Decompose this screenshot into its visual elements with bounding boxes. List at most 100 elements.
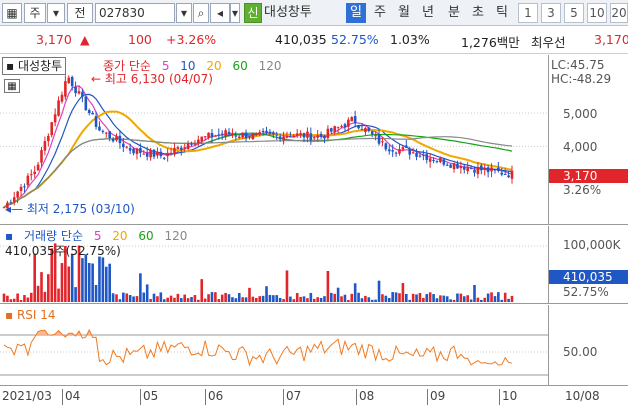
volume-bar [278, 297, 282, 302]
candle-body [108, 131, 111, 139]
candle-body [190, 143, 193, 145]
tab-year[interactable]: 년 [418, 3, 438, 23]
volume-bar [231, 297, 234, 302]
volume-bar [268, 294, 272, 302]
candle-body [309, 133, 313, 141]
volume-panel[interactable]: ▪ 거래량 단순 5 20 60 120 410,035주(52.75%) [0, 226, 548, 304]
volume-bar [248, 287, 251, 302]
rsi-panel[interactable]: ▪ RSI 14 [0, 305, 548, 385]
code-input[interactable]: 027830 [95, 3, 175, 23]
candle-body [19, 186, 23, 191]
candle-body [357, 125, 360, 129]
volume-bar [258, 296, 262, 302]
candle-body [94, 116, 98, 127]
volume-bar [507, 298, 510, 302]
candle-body [224, 130, 227, 137]
volume-bar [275, 295, 279, 302]
volume-bar [497, 292, 500, 302]
volume-bar [183, 294, 186, 302]
candle-body [302, 132, 306, 138]
tab-week[interactable]: 주 [370, 3, 390, 23]
candle-body [367, 127, 371, 132]
volume-bar [422, 297, 425, 302]
interval-5[interactable]: 5 [564, 3, 584, 23]
grid-icon[interactable]: ▦ [2, 3, 22, 23]
volume-bar [190, 297, 193, 302]
rsi-chart[interactable] [0, 305, 548, 385]
candle-body [197, 139, 200, 144]
candle-body [415, 152, 418, 157]
price-panel[interactable]: ▪ 대성창투 종가 단순 5 10 20 60 120 ▦ ← 최고 6,130… [0, 55, 548, 225]
candle-body [60, 94, 64, 102]
tab-day[interactable]: 일 [346, 3, 366, 23]
volume-bar [483, 297, 487, 302]
candle-body [132, 148, 135, 154]
candle-body [456, 163, 459, 169]
quote-bar: 3,170 ▲ 100 +3.26% 410,035 52.75% 1.03% … [0, 26, 628, 54]
volume-bar [244, 297, 248, 302]
speaker-icon[interactable]: ◂ [210, 3, 230, 23]
candle-body [244, 132, 248, 139]
x-label-05: 05 [140, 389, 158, 405]
candle-body [350, 117, 354, 122]
candle-body [323, 135, 326, 139]
interval-3[interactable]: 3 [541, 3, 561, 23]
volume-bar [350, 293, 354, 302]
search-icon[interactable]: ⌕ [193, 3, 209, 23]
candle-body [40, 150, 43, 163]
code-dropdown-icon[interactable]: ▾ [176, 3, 192, 23]
volume-bar [16, 293, 19, 302]
volume-bar [132, 296, 135, 302]
volume-bar [353, 283, 357, 302]
price-chart[interactable] [0, 55, 548, 225]
volume-bar [476, 297, 480, 302]
square-icon: ▪ [5, 229, 14, 243]
candle-body [237, 136, 241, 138]
legend-ma120: 120 [258, 59, 282, 73]
interval-1[interactable]: 1 [518, 3, 538, 23]
x-label-10: 10 [499, 389, 517, 405]
candle-body [231, 134, 234, 136]
candle-body [387, 149, 391, 152]
table-icon[interactable]: ▦ [4, 79, 20, 93]
x-axis: 2021/03 04 05 06 07 08 09 10 10/08 [0, 385, 628, 406]
interval-10[interactable]: 10 [587, 3, 607, 23]
candle-body [364, 128, 367, 132]
chevron-down-icon[interactable]: ▾ [47, 3, 65, 23]
volume-bar [319, 297, 323, 302]
volume-bar [224, 292, 227, 302]
volume-bar [12, 298, 16, 302]
candle-body [26, 175, 30, 186]
tab-tick[interactable]: 틱 [492, 3, 512, 23]
volume-bar [411, 293, 415, 302]
tab-month[interactable]: 월 [394, 3, 414, 23]
volume-bar [47, 274, 50, 302]
tab-second[interactable]: 초 [468, 3, 488, 23]
candle-body [135, 148, 139, 154]
y-tick-4000: 4,000 [563, 140, 598, 154]
x-label-09: 09 [427, 389, 445, 405]
market-select[interactable]: 주 [24, 3, 46, 23]
candle-body [152, 149, 156, 157]
volume-bar [2, 293, 6, 302]
volume-bar [408, 299, 412, 302]
volume-bar [343, 294, 347, 302]
candle-body [203, 136, 207, 138]
volume-bar [197, 299, 200, 302]
tab-minute[interactable]: 분 [444, 3, 464, 23]
legend-ma60: 60 [232, 59, 248, 73]
volume-bar [282, 299, 285, 302]
candle-body [405, 145, 408, 148]
interval-20[interactable]: 20 [610, 3, 628, 23]
volume-bar [452, 299, 456, 302]
volume-bar [217, 299, 221, 302]
speaker-dropdown-icon[interactable]: ▾ [230, 3, 240, 23]
candle-body [74, 86, 77, 94]
candle-body [275, 134, 279, 136]
volume-bar [118, 299, 122, 302]
type-select[interactable]: 전 [67, 3, 93, 23]
candle-body [299, 133, 302, 136]
volume-bar [23, 295, 26, 302]
x-label-06: 06 [205, 389, 223, 405]
square-icon: ▪ [6, 59, 15, 73]
